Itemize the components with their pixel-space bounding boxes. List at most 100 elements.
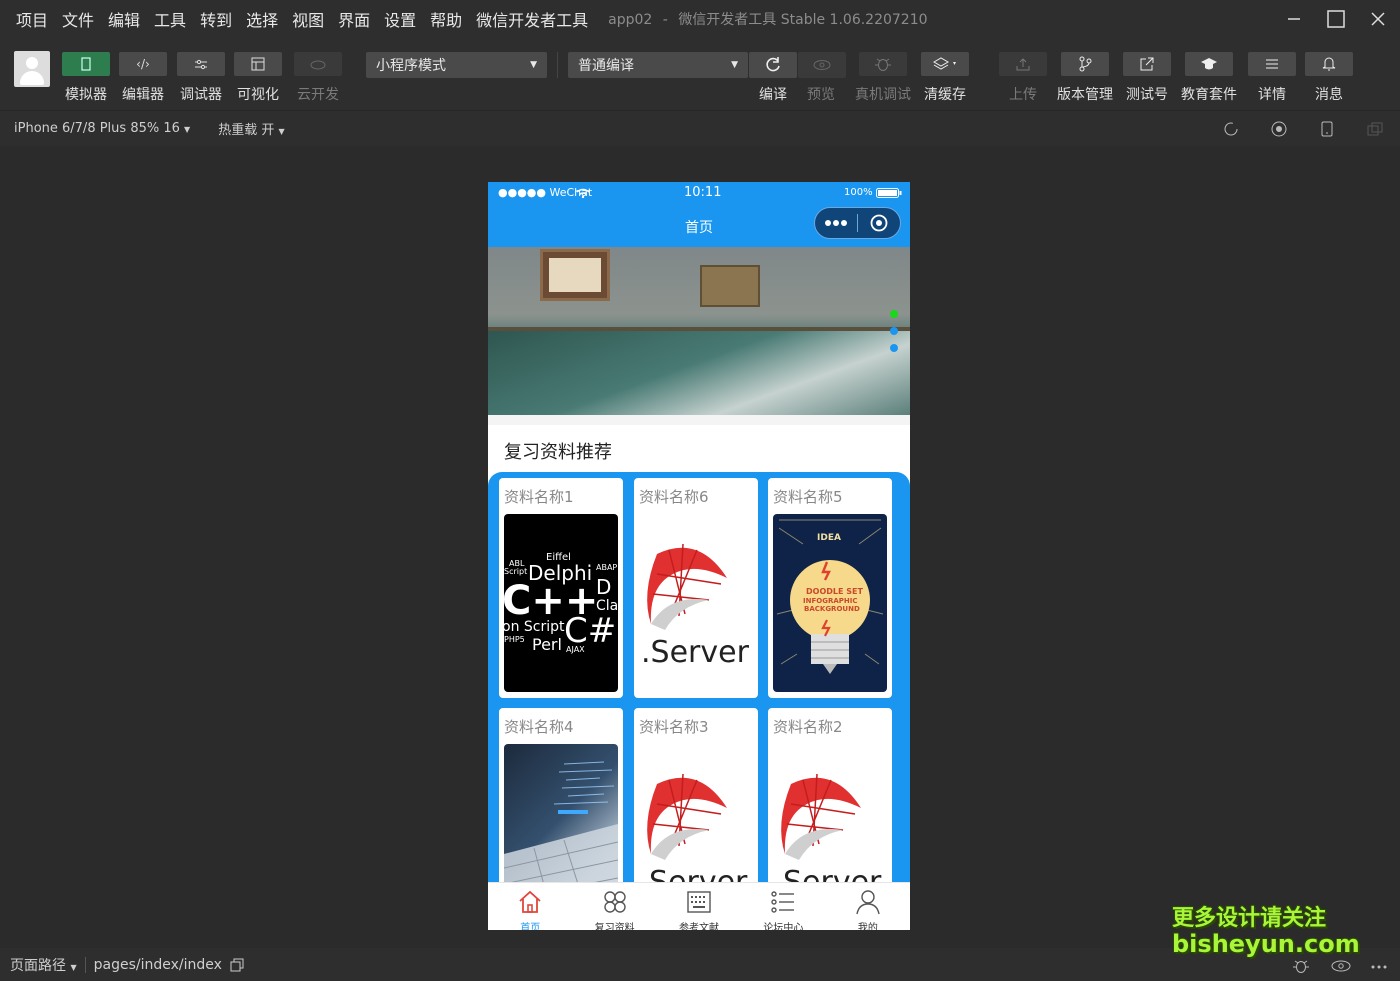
carousel-dot-active[interactable]	[890, 310, 898, 318]
rotate-button[interactable]	[1222, 120, 1240, 138]
record-button[interactable]	[1270, 120, 1288, 138]
maximize-button[interactable]	[1316, 0, 1356, 38]
simulator-button[interactable]	[62, 52, 110, 76]
avatar[interactable]	[14, 51, 50, 87]
tab-label: 参考文献	[679, 923, 720, 930]
test-account-label: 测试号	[1126, 87, 1168, 103]
svg-text:DOODLE SET: DOODLE SET	[806, 587, 863, 596]
test-account-button[interactable]	[1123, 52, 1171, 76]
more-dots-icon	[825, 220, 847, 226]
home-icon	[519, 890, 541, 913]
page-path: pages/index/index	[93, 956, 222, 973]
battery-icon	[876, 188, 902, 198]
editor-label: 编辑器	[122, 87, 164, 103]
clock: 10:11	[684, 185, 722, 200]
carousel-dot[interactable]	[890, 327, 898, 335]
cloud-button[interactable]	[294, 52, 342, 76]
remote-debug-label: 真机调试	[855, 87, 911, 103]
carousel-dot[interactable]	[890, 344, 898, 352]
visual-label: 可视化	[237, 87, 279, 103]
statusbar-divider	[84, 956, 86, 973]
debugger-button[interactable]	[177, 52, 225, 76]
toolbar-divider	[557, 52, 558, 78]
compile-select[interactable]: 普通编译 ▼	[568, 52, 748, 78]
menu-settings[interactable]: 设置	[384, 7, 416, 31]
device-mode-button[interactable]	[1318, 120, 1336, 138]
menu-project[interactable]: 项目	[16, 7, 48, 31]
compile-button[interactable]	[749, 52, 797, 78]
edu-button[interactable]	[1185, 52, 1233, 76]
cloud-icon	[310, 60, 326, 70]
banner-blackboard	[488, 327, 910, 415]
hot-reload-select[interactable]: 热重载 开 ▼	[218, 119, 284, 138]
tab-review-materials[interactable]: 复习资料	[572, 883, 656, 930]
preview-button[interactable]	[798, 52, 846, 78]
multi-window-button[interactable]	[1366, 120, 1384, 138]
close-button[interactable]	[1358, 0, 1398, 38]
menu-help[interactable]: 帮助	[430, 7, 462, 31]
capsule-close-button[interactable]	[858, 214, 900, 232]
toolbar: 模拟器 ‹/› 编辑器 调试器 可视化 云开发 小程序模式 ▼ 普通编译 ▼ 编…	[0, 38, 1400, 110]
visual-button[interactable]	[234, 52, 282, 76]
tab-label: 论坛中心	[763, 923, 804, 930]
tab-home[interactable]: 首页	[488, 883, 572, 930]
page-path-label: 页面路径	[10, 957, 66, 974]
phone-nav-bar: 首页	[488, 204, 910, 247]
maximize-icon	[1327, 10, 1345, 28]
minimize-button[interactable]	[1274, 0, 1314, 38]
mode-select[interactable]: 小程序模式 ▼	[366, 52, 547, 78]
editor-button[interactable]: ‹/›	[119, 52, 167, 76]
tab-label: 我的	[857, 923, 878, 930]
menu-view[interactable]: 视图	[292, 7, 324, 31]
banner-frame	[540, 249, 610, 301]
menu-edit[interactable]: 编辑	[108, 7, 140, 31]
messages-button[interactable]	[1305, 52, 1353, 76]
idea-text: IDEA	[817, 533, 841, 543]
phone-icon	[81, 57, 91, 71]
menu-goto[interactable]: 转到	[200, 7, 232, 31]
capsule-menu	[814, 207, 901, 239]
menu-interface[interactable]: 界面	[338, 7, 370, 31]
card-title: 资料名称3	[639, 718, 709, 736]
material-card[interactable]: 资料名称5 IDEA DOODLE SET INFOGRAPHIC BACKGR…	[768, 478, 892, 698]
sql-server-logo: .Server	[641, 543, 750, 670]
page-path-toggle[interactable]: 页面路径 ▼	[10, 955, 77, 975]
lightbulb-doodle: IDEA DOODLE SET INFOGRAPHIC BACKGROUND	[776, 519, 884, 674]
tab-references[interactable]: 参考文献	[657, 883, 741, 930]
upload-button[interactable]	[999, 52, 1047, 76]
menu-wechat-devtools[interactable]: 微信开发者工具	[476, 7, 588, 31]
copy-icon[interactable]	[230, 958, 244, 972]
more-dots-icon[interactable]	[1370, 964, 1388, 970]
banner-carousel[interactable]	[488, 247, 910, 415]
record-icon	[1271, 121, 1287, 137]
mode-select-value: 小程序模式	[376, 58, 446, 74]
menu-tools[interactable]: 工具	[154, 7, 186, 31]
user-icon	[856, 890, 880, 915]
card-image-sql-server: .Server	[639, 514, 753, 692]
menu-select[interactable]: 选择	[246, 7, 278, 31]
chevron-down-icon: ▼	[70, 962, 77, 972]
tab-forum[interactable]: 论坛中心	[741, 883, 825, 930]
material-card[interactable]: 资料名称1 Eiffel ABL Script Delphi ABAP D C+…	[499, 478, 623, 698]
clear-cache-label: 清缓存	[924, 87, 966, 103]
chevron-down-icon: ▼	[731, 60, 738, 70]
material-card[interactable]: 资料名称6 .Server	[634, 478, 758, 698]
svg-text:INFOGRAPHIC: INFOGRAPHIC	[803, 597, 857, 605]
tab-label: 首页	[520, 923, 541, 930]
eye-icon[interactable]	[1330, 960, 1352, 972]
branch-icon	[1079, 56, 1092, 72]
code-icon: ‹/›	[136, 57, 150, 71]
version-button[interactable]	[1061, 52, 1109, 76]
details-button[interactable]	[1248, 52, 1296, 76]
clear-cache-button[interactable]	[921, 52, 969, 76]
bug-icon[interactable]	[1292, 958, 1310, 974]
menubar: 项目 文件 编辑 工具 转到 选择 视图 界面 设置 帮助 微信开发者工具 ap…	[0, 0, 1400, 38]
more-button[interactable]	[815, 219, 857, 227]
compile-select-value: 普通编译	[578, 58, 634, 74]
svg-text:on Script: on Script	[504, 619, 565, 635]
tab-mine[interactable]: 我的	[826, 883, 910, 930]
remote-debug-button[interactable]	[859, 52, 907, 76]
device-select[interactable]: iPhone 6/7/8 Plus 85% 16 ▼	[14, 121, 190, 136]
bell-icon	[1322, 57, 1336, 71]
menu-file[interactable]: 文件	[62, 7, 94, 31]
